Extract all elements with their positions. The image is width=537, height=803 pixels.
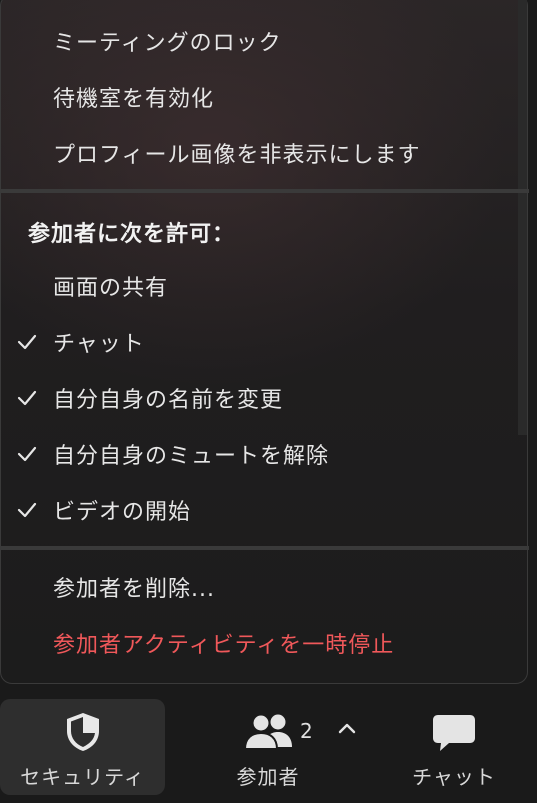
zoom-security-window: ミーティングのロック 待機室を有効化 プロフィール画像を非表示にします 参加者に… bbox=[0, 0, 537, 803]
menu-item-chat[interactable]: チャット bbox=[1, 314, 521, 370]
menu-item-label: 画面の共有 bbox=[53, 276, 169, 301]
menu-item-label: 参加者を削除... bbox=[53, 577, 215, 602]
menu-item-enable-waiting-room[interactable]: 待機室を有効化 bbox=[1, 69, 521, 125]
menu-item-label: ビデオの開始 bbox=[53, 500, 192, 525]
checkmark-icon bbox=[17, 334, 37, 350]
menu-item-remove-participant[interactable]: 参加者を削除... bbox=[1, 559, 521, 615]
menu-item-unmute-self[interactable]: 自分自身のミュートを解除 bbox=[1, 426, 521, 482]
menu-item-suspend-participant-activities[interactable]: 参加者アクティビティを一時停止 bbox=[1, 615, 521, 671]
participants-count-badge: 2 bbox=[300, 719, 314, 743]
menu-item-label: 参加者アクティビティを一時停止 bbox=[53, 633, 395, 658]
menu-item-label: チャット bbox=[53, 332, 145, 357]
menu-item-label: 自分自身のミュートを解除 bbox=[53, 444, 330, 469]
menu-item-label: 待機室を有効化 bbox=[53, 87, 215, 112]
shield-icon bbox=[67, 713, 99, 751]
chevron-up-icon[interactable] bbox=[336, 721, 358, 735]
menu-item-label: ミーティングのロック bbox=[53, 31, 282, 56]
security-menu: ミーティングのロック 待機室を有効化 プロフィール画像を非表示にします 参加者に… bbox=[0, 0, 529, 684]
menu-item-rename-self[interactable]: 自分自身の名前を変更 bbox=[1, 370, 521, 426]
checkmark-icon bbox=[17, 446, 37, 462]
chat-label: チャット bbox=[412, 765, 496, 789]
menu-item-share-screen[interactable]: 画面の共有 bbox=[1, 258, 521, 314]
chat-bubble-icon bbox=[433, 715, 475, 751]
meeting-toolbar: セキュリティ 2 参加者 チャット bbox=[0, 695, 537, 803]
menu-item-label: プロフィール画像を非表示にします bbox=[53, 143, 421, 168]
menu-separator bbox=[1, 546, 529, 550]
security-label: セキュリティ bbox=[20, 765, 145, 789]
checkmark-icon bbox=[17, 390, 37, 406]
menu-item-label: 自分自身の名前を変更 bbox=[53, 388, 284, 413]
menu-item-start-video[interactable]: ビデオの開始 bbox=[1, 482, 521, 538]
menu-item-hide-profile-pictures[interactable]: プロフィール画像を非表示にします bbox=[1, 125, 521, 181]
checkmark-icon bbox=[17, 502, 37, 518]
participants-button[interactable]: 2 参加者 bbox=[200, 699, 336, 795]
menu-item-lock-meeting[interactable]: ミーティングのロック bbox=[1, 13, 521, 69]
participants-label: 参加者 bbox=[236, 765, 300, 789]
people-icon bbox=[244, 713, 292, 750]
chat-button[interactable]: チャット bbox=[395, 699, 513, 795]
menu-separator bbox=[1, 189, 529, 193]
security-button[interactable]: セキュリティ bbox=[0, 699, 165, 795]
allow-participants-heading: 参加者に次を許可： bbox=[28, 222, 236, 247]
